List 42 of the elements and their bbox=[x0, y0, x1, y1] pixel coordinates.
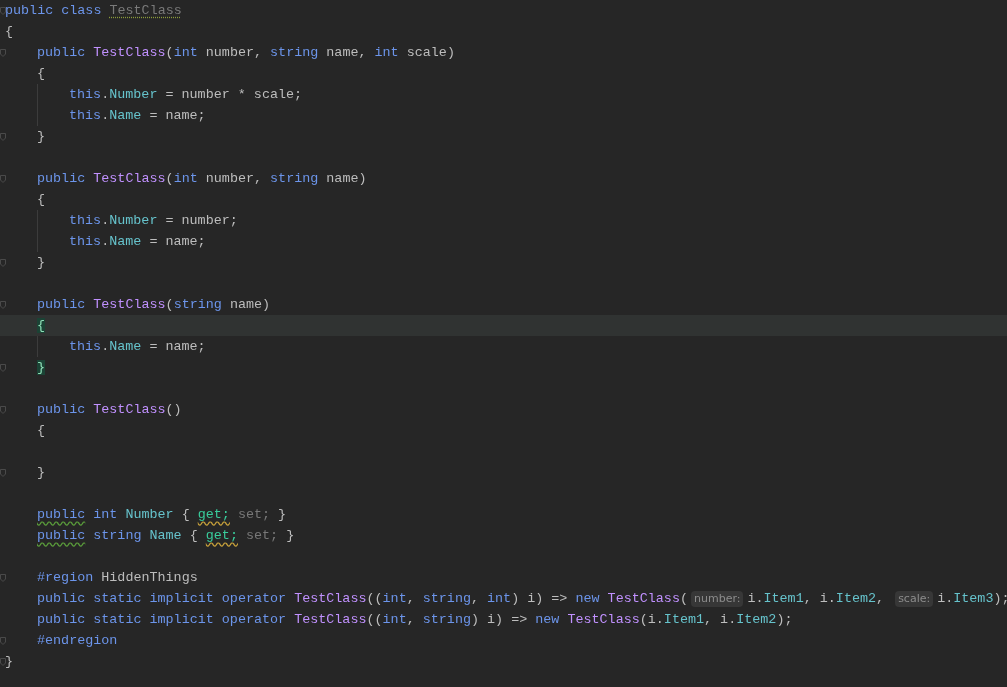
code-text: public TestClass(string name) bbox=[37, 296, 271, 314]
code-text: } bbox=[5, 653, 14, 671]
code-text: i.Item3); bbox=[937, 590, 1007, 608]
inlay-hint: scale: bbox=[895, 590, 934, 607]
fold-icon[interactable] bbox=[0, 469, 6, 477]
code-text: public static implicit operator TestClass((int, string) i) => new TestClass(i.Item1, i.Item2); bbox=[37, 611, 793, 629]
code-text: } bbox=[37, 128, 46, 146]
code-text: #endregion bbox=[37, 632, 118, 650]
code-text: } bbox=[37, 464, 46, 482]
fold-icon[interactable] bbox=[0, 49, 6, 57]
code-text: public TestClass(int number, string name, int scale) bbox=[37, 44, 455, 62]
fold-icon[interactable] bbox=[0, 259, 6, 267]
fold-icon[interactable] bbox=[0, 364, 6, 372]
fold-icon[interactable] bbox=[0, 574, 6, 582]
code-text: public TestClass() bbox=[37, 401, 182, 419]
code-text: { bbox=[37, 191, 46, 209]
code-text: this.Number = number * scale; bbox=[69, 86, 303, 104]
code-text: } bbox=[37, 359, 46, 377]
inlay-hint: number: bbox=[691, 590, 744, 607]
fold-icon[interactable] bbox=[0, 175, 6, 183]
code-text: public int Number { get; set; } bbox=[37, 506, 287, 524]
code-text: this.Number = number; bbox=[69, 212, 238, 230]
fold-icon[interactable] bbox=[0, 658, 6, 666]
fold-icon[interactable] bbox=[0, 7, 6, 15]
code-text: { bbox=[37, 317, 46, 335]
code-text: this.Name = name; bbox=[69, 338, 206, 356]
code-text: public static implicit operator TestClass((int, string, int) i) => new TestClass( bbox=[37, 590, 688, 608]
code-text: public string Name { get; set; } bbox=[37, 527, 295, 545]
code-text: { bbox=[37, 65, 46, 83]
code-text: public class TestClass bbox=[5, 2, 182, 20]
fold-icon[interactable] bbox=[0, 406, 6, 414]
fold-icon[interactable] bbox=[0, 133, 6, 141]
fold-icon[interactable] bbox=[0, 301, 6, 309]
code-text: this.Name = name; bbox=[69, 233, 206, 251]
fold-icon[interactable] bbox=[0, 637, 6, 645]
code-text: { bbox=[37, 422, 46, 440]
code-text: } bbox=[37, 254, 46, 272]
code-text: { bbox=[5, 23, 14, 41]
code-text: this.Name = name; bbox=[69, 107, 206, 125]
code-text: #region HiddenThings bbox=[37, 569, 198, 587]
code-text: public TestClass(int number, string name) bbox=[37, 170, 367, 188]
code-text: i.Item1, i.Item2, bbox=[747, 590, 886, 608]
